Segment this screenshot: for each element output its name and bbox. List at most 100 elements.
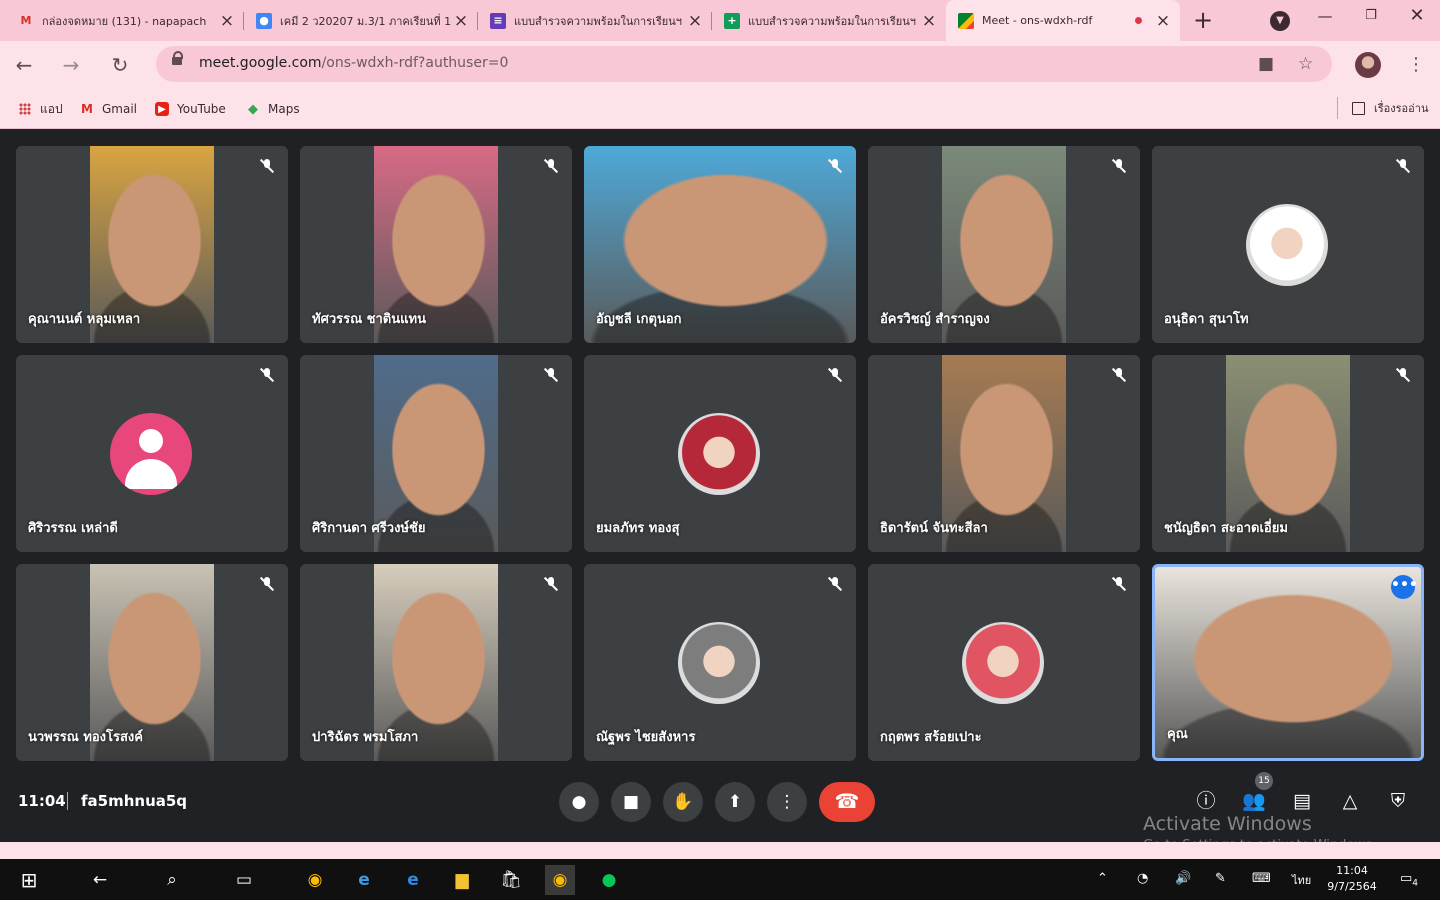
window-close-icon[interactable]: ✕ [1402, 4, 1432, 28]
restore-icon[interactable]: ❐ [1356, 4, 1386, 28]
present-screen-button[interactable]: ⬆ [715, 782, 755, 822]
close-icon[interactable]: × [218, 11, 236, 31]
participant-tile[interactable]: ธิดารัตน์ จันทะสีลา [868, 355, 1140, 552]
mic-off-icon [544, 159, 558, 173]
microphone-icon: ● [571, 792, 587, 812]
people-icon[interactable]: 👥 [1241, 788, 1267, 814]
tab-search-icon[interactable]: ▼ [1270, 11, 1290, 31]
search-icon[interactable]: ⌕ [157, 865, 187, 895]
tab-sheets[interactable]: + แบบสำรวจความพร้อมในการเรียนฯ × [712, 0, 946, 41]
back-icon[interactable]: ← [10, 51, 38, 79]
mic-off-icon [1396, 368, 1410, 382]
url-text[interactable]: meet.google.com/ons-wdxh-rdf?authuser=0 [199, 55, 508, 71]
meeting-code: fa5mhnua5q [81, 792, 188, 810]
minimize-icon[interactable]: — [1310, 4, 1340, 28]
lock-icon [172, 51, 183, 65]
participant-tile[interactable]: กฤตพร สร้อยเปาะ [868, 564, 1140, 761]
tab-forms[interactable]: ≡ แบบสำรวจความพร้อมในการเรียนฯ × [478, 0, 712, 41]
volume-icon[interactable]: 🔊 [1175, 871, 1191, 886]
camera-icon[interactable]: ■ [1258, 54, 1274, 74]
profile-avatar[interactable] [1355, 52, 1381, 78]
participant-tile[interactable]: อัญชลี เกตุนอก [584, 146, 856, 343]
mic-off-icon [1396, 159, 1410, 173]
participant-tile[interactable]: ยมลภัทร ทองสุ [584, 355, 856, 552]
line-icon[interactable]: ● [594, 865, 624, 895]
chat-icon[interactable]: ▤ [1289, 788, 1315, 814]
more-options-icon[interactable]: ••• [1391, 575, 1418, 599]
participant-video [1155, 567, 1421, 758]
new-tab-button[interactable]: + [1190, 6, 1216, 34]
close-icon[interactable]: × [1154, 11, 1172, 31]
participant-name: ปาริฉัตร พรมโสภา [312, 730, 419, 745]
host-controls-icon[interactable]: ⛨ [1385, 788, 1411, 814]
back-arrow-icon[interactable]: ← [85, 865, 115, 895]
bookmark-label: แอป [40, 101, 63, 116]
participant-avatar [110, 413, 192, 495]
keyboard-icon[interactable]: ⌨ [1252, 871, 1271, 886]
address-bar[interactable]: meet.google.com/ons-wdxh-rdf?authuser=0 … [156, 46, 1332, 82]
meeting-details-icon[interactable]: ⓘ [1193, 788, 1219, 814]
close-icon[interactable]: × [920, 11, 938, 31]
reading-list-icon [1352, 101, 1365, 115]
chrome-icon[interactable]: ◉ [300, 865, 330, 895]
clock-time: 11:04 [1336, 864, 1368, 877]
participant-name: ศิริกานดา ศรีวงษ์ชัย [312, 521, 426, 536]
participant-tile[interactable]: ปาริฉัตร พรมโสภา [300, 564, 572, 761]
close-icon[interactable]: × [452, 11, 470, 31]
activities-icon[interactable]: △ [1337, 788, 1363, 814]
sheets-icon: + [724, 12, 740, 29]
file-explorer-icon[interactable]: ▆ [447, 865, 477, 895]
participant-tile[interactable]: ทัศวรรณ ชาตินแทน [300, 146, 572, 343]
tab-meet[interactable]: Meet - ons-wdxh-rdf × [946, 0, 1180, 41]
internet-explorer-icon[interactable]: e [349, 865, 379, 895]
microphone-button[interactable]: ● [559, 782, 599, 822]
network-icon[interactable]: ◔ [1137, 871, 1148, 886]
youtube-icon: ▶ [155, 102, 169, 116]
windows-taskbar: ⊞ ← ⌕ ▭ ◉ e e ▆ 🛍 ◉ ● ⌃ ◔ 🔊 ✎ ⌨ ไทย 11:0… [0, 859, 1440, 900]
more-options-button[interactable]: ⋮ [767, 782, 807, 822]
mic-off-icon [828, 159, 842, 173]
close-icon[interactable]: × [686, 11, 704, 31]
windows-start-icon[interactable]: ⊞ [14, 865, 44, 895]
leave-call-button[interactable]: ☎ [819, 782, 875, 822]
bookmark-star-icon[interactable]: ☆ [1298, 54, 1313, 74]
participant-tile[interactable]: คุณานนต์ หลุมเหลา [16, 146, 288, 343]
tab-title: แบบสำรวจความพร้อมในการเรียนฯ [748, 14, 916, 28]
input-language[interactable]: ไทย [1292, 871, 1311, 889]
forward-icon[interactable]: → [57, 51, 85, 79]
participant-tile[interactable]: นวพรรณ ทองโรสงค์ [16, 564, 288, 761]
tab-classroom[interactable]: ● เคมี 2 ว20207 ม.3/1 ภาคเรียนที่ 1 × [244, 0, 478, 41]
participant-name: ศิริวรรณ เหล่าดี [28, 521, 118, 536]
pen-icon[interactable]: ✎ [1215, 871, 1226, 886]
bookmark-maps[interactable]: ◆ Maps [246, 99, 300, 119]
bookmark-gmail[interactable]: M Gmail [80, 99, 137, 119]
participant-tile[interactable]: ศิริวรรณ เหล่าดี [16, 355, 288, 552]
task-view-icon[interactable]: ▭ [229, 865, 259, 895]
camera-button[interactable]: ■ [611, 782, 651, 822]
tab-gmail[interactable]: M กล่องจดหมาย (131) - napapach × [0, 0, 244, 41]
participant-avatar [962, 622, 1044, 704]
reload-icon[interactable]: ↻ [106, 51, 134, 79]
people-count-badge: 15 [1255, 772, 1273, 790]
edge-icon[interactable]: e [398, 865, 428, 895]
bookmark-youtube[interactable]: ▶ YouTube [155, 99, 226, 119]
participant-tile[interactable]: ชนัญธิดา สะอาดเอี่ยม [1152, 355, 1424, 552]
store-icon[interactable]: 🛍 [496, 865, 526, 895]
hangup-icon: ☎ [834, 789, 860, 813]
tab-title: กล่องจดหมาย (131) - napapach [42, 14, 207, 28]
bookmark-apps[interactable]: แอป [18, 99, 63, 119]
self-video-tile[interactable]: คุณ ••• [1152, 564, 1424, 761]
participant-tile[interactable]: ณัฐพร ไชยสังหาร [584, 564, 856, 761]
bookmarks-bar: แอป M Gmail ▶ YouTube ◆ Maps เรื่องรออ่า… [0, 89, 1440, 129]
browser-menu-icon[interactable]: ⋮ [1406, 53, 1426, 77]
system-clock[interactable]: 11:04 9/7/2564 [1326, 863, 1378, 895]
raise-hand-button[interactable]: ✋ [663, 782, 703, 822]
show-hidden-icons-icon[interactable]: ⌃ [1097, 871, 1108, 886]
chrome-profile-icon[interactable]: ◉ [545, 865, 575, 895]
notification-center-icon[interactable]: ▭4 [1400, 871, 1418, 889]
reading-list[interactable]: เรื่องรออ่าน [1352, 99, 1428, 117]
participant-tile[interactable]: อนุธิดา สุนาโท [1152, 146, 1424, 343]
participant-tile[interactable]: ศิริกานดา ศรีวงษ์ชัย [300, 355, 572, 552]
activate-windows-title: Activate Windows [1143, 813, 1312, 835]
participant-tile[interactable]: อัครวิชญ์ สำราญจง [868, 146, 1140, 343]
